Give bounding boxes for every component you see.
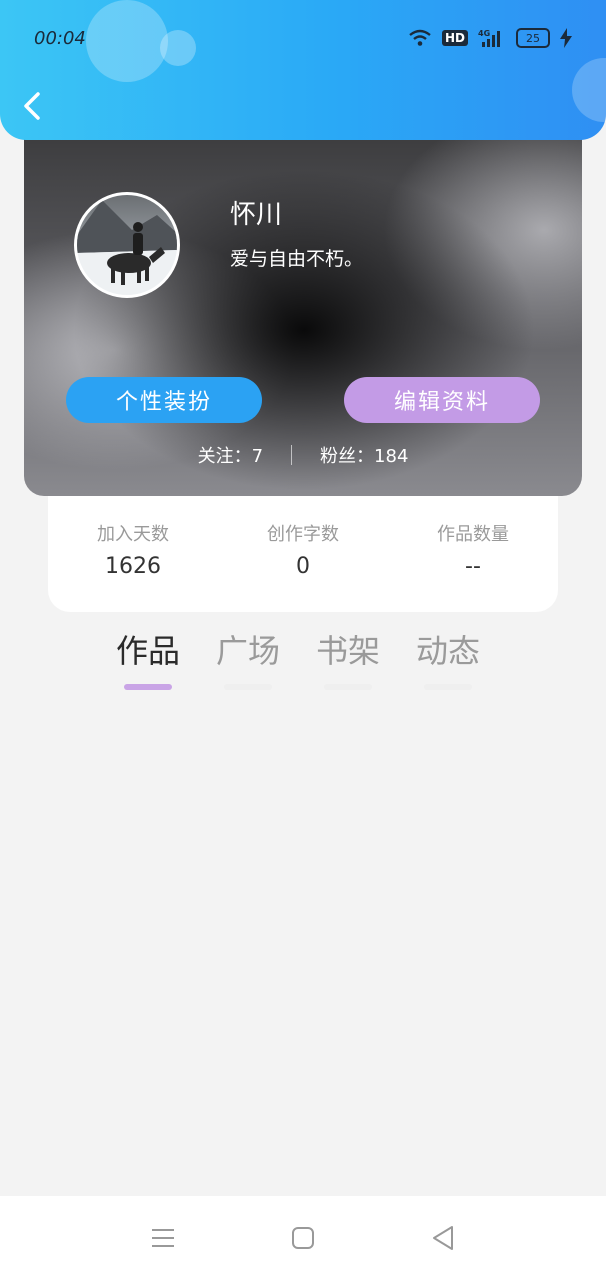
tab-label: 动态 [415,632,480,670]
menu-icon[interactable] [148,1223,178,1253]
svg-text:4G: 4G [478,29,490,38]
system-nav-bar [0,1196,606,1280]
home-square-icon[interactable] [288,1223,318,1253]
app-header: 00:04 HD 4G 25 [0,0,606,140]
divider [291,445,293,465]
tab-indicator [324,684,372,690]
stat-word-count: 创作字数 0 [218,496,388,612]
edit-profile-button[interactable]: 编辑资料 [344,377,540,423]
status-time: 00:04 [34,28,86,49]
decor-bubble [572,58,606,122]
charging-icon [560,28,572,48]
tab-bookshelf[interactable]: 书架 [298,626,398,692]
stat-value: 0 [296,554,310,579]
followers-count[interactable]: 粉丝：184 [320,442,408,468]
personalize-button[interactable]: 个性装扮 [66,377,262,423]
stat-value: -- [465,554,481,579]
decor-bubble [160,30,196,66]
follow-stats: 关注：7 粉丝：184 [24,442,582,468]
tab-label: 广场 [215,632,280,670]
back-triangle-icon[interactable] [428,1223,458,1253]
tab-square[interactable]: 广场 [198,626,298,692]
battery-level: 25 [526,31,540,45]
tab-indicator [124,684,172,690]
wifi-icon [409,29,431,46]
tab-indicator [424,684,472,690]
status-icons: HD 4G 25 [408,28,572,48]
battery-icon: 25 [516,28,550,48]
tab-indicator [224,684,272,690]
content-tabs: 作品 广场 书架 动态 [98,626,498,692]
decor-bubble [86,0,168,82]
profile-card: 怀川 爱与自由不朽。 个性装扮 编辑资料 关注：7 粉丝：184 [24,120,582,496]
back-button[interactable] [18,88,52,124]
tab-works[interactable]: 作品 [98,626,198,692]
avatar-image [77,200,177,295]
signal-4g-icon: 4G [478,29,500,47]
stat-value: 1626 [105,554,161,579]
following-count[interactable]: 关注：7 [198,442,263,468]
stat-label: 创作字数 [267,524,339,545]
stat-label: 加入天数 [97,524,169,545]
stats-panel: 加入天数 1626 创作字数 0 作品数量 -- [48,496,558,612]
bio: 爱与自由不朽。 [230,248,364,270]
stat-join-days: 加入天数 1626 [48,496,218,612]
stat-works-count: 作品数量 -- [388,496,558,612]
chevron-left-icon [24,92,40,120]
tab-label: 作品 [115,632,180,670]
hd-icon: HD [441,30,468,46]
stat-label: 作品数量 [437,524,509,545]
username: 怀川 [230,200,283,230]
tab-activity[interactable]: 动态 [398,626,498,692]
avatar[interactable] [74,192,180,298]
tab-label: 书架 [315,632,380,670]
